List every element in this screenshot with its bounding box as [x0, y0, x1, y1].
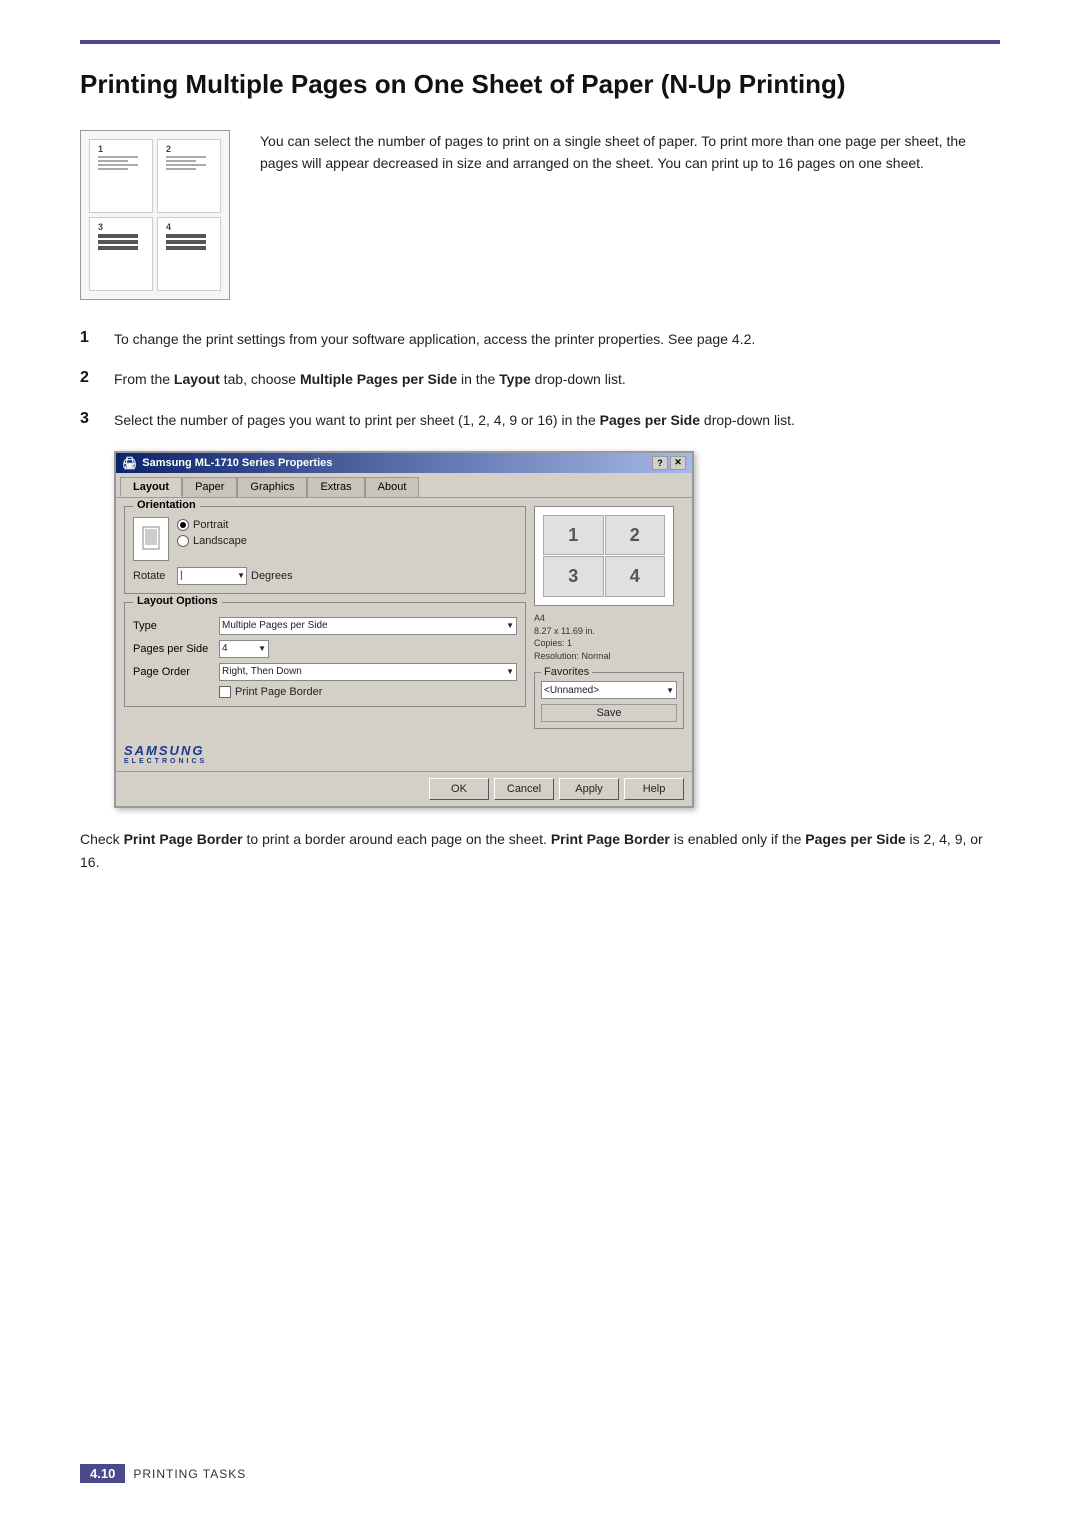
- landscape-radio-row[interactable]: Landscape: [177, 535, 247, 547]
- orientation-group: Orientation: [124, 506, 526, 594]
- step-1-text: To change the print settings from your s…: [114, 328, 755, 350]
- preview-cell-4: 4: [605, 556, 666, 597]
- type-select-arrow-icon: ▼: [506, 621, 514, 630]
- step-3-number: 3: [80, 410, 100, 428]
- landscape-label: Landscape: [193, 535, 247, 547]
- help-title-button[interactable]: ?: [652, 456, 668, 470]
- save-button[interactable]: Save: [541, 704, 677, 722]
- pages-per-side-label: Pages per Side: [133, 643, 213, 655]
- dialog-container: 🖨 Samsung ML-1710 Series Properties ? ✕ …: [114, 451, 1000, 808]
- pages-per-side-row: Pages per Side 4 ▼: [133, 640, 517, 658]
- portrait-icon: [133, 517, 169, 561]
- footer-bar: 4.10 Printing Tasks: [80, 1464, 246, 1483]
- preview-box: 1 2 3 4: [534, 506, 674, 606]
- page-number: 4.10: [80, 1464, 125, 1483]
- page-order-arrow-icon: ▼: [506, 667, 514, 676]
- dialog-body: Orientation: [116, 497, 692, 737]
- preview-cell-3: 3: [543, 556, 604, 597]
- layout-options-group: Layout Options Type Multiple Pages per S…: [124, 602, 526, 707]
- close-title-button[interactable]: ✕: [670, 456, 686, 470]
- step-1: 1 To change the print settings from your…: [80, 328, 1000, 350]
- top-border: [80, 40, 1000, 44]
- favorites-group: Favorites <Unnamed> ▼ Save: [534, 672, 684, 729]
- type-value: Multiple Pages per Side: [222, 620, 328, 631]
- samsung-name: SAMSUNG: [124, 743, 684, 758]
- orientation-section: Portrait Landscape Rotate: [133, 517, 517, 585]
- landscape-radio[interactable]: [177, 535, 189, 547]
- preview-cell-2: 2: [605, 515, 666, 556]
- page-order-select[interactable]: Right, Then Down ▼: [219, 663, 517, 681]
- dialog-left-panel: Orientation: [124, 506, 526, 729]
- type-row: Type Multiple Pages per Side ▼: [133, 617, 517, 635]
- orientation-row: Portrait Landscape: [133, 517, 517, 561]
- tab-graphics[interactable]: Graphics: [237, 477, 307, 497]
- pages-per-side-select[interactable]: 4 ▼: [219, 640, 269, 658]
- bottom-text: Check Print Page Border to print a borde…: [80, 828, 1000, 873]
- tab-about[interactable]: About: [365, 477, 420, 497]
- step-2: 2 From the Layout tab, choose Multiple P…: [80, 368, 1000, 390]
- portrait-radio-row[interactable]: Portrait: [177, 519, 247, 531]
- printer-icon: 🖨: [122, 456, 137, 470]
- orientation-legend: Orientation: [133, 499, 200, 511]
- dialog-right-panel: 1 2 3 4 A4 8.27 x 11.69 in. Copies: 1 Re…: [534, 506, 684, 729]
- step-2-text: From the Layout tab, choose Multiple Pag…: [114, 368, 626, 390]
- steps-section: 1 To change the print settings from your…: [80, 328, 1000, 431]
- rotate-label: Rotate: [133, 570, 173, 582]
- rotate-arrow-icon: ▼: [237, 571, 245, 580]
- footer-text: Printing Tasks: [133, 1467, 246, 1481]
- rotate-row: Rotate | ▼ Degrees: [133, 567, 517, 585]
- resolution-info: Resolution: Normal: [534, 650, 684, 663]
- favorites-select[interactable]: <Unnamed> ▼: [541, 681, 677, 699]
- favorites-value: <Unnamed>: [544, 685, 599, 696]
- pages-per-side-value: 4: [222, 643, 228, 654]
- type-select[interactable]: Multiple Pages per Side ▼: [219, 617, 517, 635]
- dialog-window: 🖨 Samsung ML-1710 Series Properties ? ✕ …: [114, 451, 694, 808]
- print-page-border-label: Print Page Border: [235, 686, 322, 698]
- page-title: Printing Multiple Pages on One Sheet of …: [80, 68, 1000, 102]
- step-3-text: Select the number of pages you want to p…: [114, 409, 795, 431]
- samsung-sub: ELECTRONICS: [124, 758, 684, 765]
- apply-button[interactable]: Apply: [559, 778, 619, 800]
- step-3: 3 Select the number of pages you want to…: [80, 409, 1000, 431]
- radio-options: Portrait Landscape: [177, 519, 247, 547]
- pages-per-side-arrow-icon: ▼: [258, 644, 266, 653]
- preview-info: A4 8.27 x 11.69 in. Copies: 1 Resolution…: [534, 612, 684, 662]
- portrait-label: Portrait: [193, 519, 228, 531]
- page-order-label: Page Order: [133, 666, 213, 678]
- intro-section: 1 2 3: [80, 130, 1000, 300]
- dialog-tabs: Layout Paper Graphics Extras About: [116, 473, 692, 497]
- rotate-select[interactable]: | ▼: [177, 567, 247, 585]
- page-order-value: Right, Then Down: [222, 666, 302, 677]
- layout-options-legend: Layout Options: [133, 595, 222, 607]
- intro-text: You can select the number of pages to pr…: [260, 130, 1000, 175]
- help-button[interactable]: Help: [624, 778, 684, 800]
- tab-layout[interactable]: Layout: [120, 477, 182, 497]
- dialog-footer: OK Cancel Apply Help: [116, 771, 692, 806]
- step-1-number: 1: [80, 329, 100, 347]
- page-thumbnail: 1 2 3: [80, 130, 230, 300]
- dialog-title: Samsung ML-1710 Series Properties: [142, 457, 332, 469]
- tab-paper[interactable]: Paper: [182, 477, 237, 497]
- favorites-arrow-icon: ▼: [666, 686, 674, 695]
- page-order-row: Page Order Right, Then Down ▼: [133, 663, 517, 681]
- copies-info: Copies: 1: [534, 637, 684, 650]
- titlebar-left: 🖨 Samsung ML-1710 Series Properties: [122, 456, 332, 470]
- paper-dimensions: 8.27 x 11.69 in.: [534, 625, 684, 638]
- portrait-radio[interactable]: [177, 519, 189, 531]
- titlebar-buttons: ? ✕: [652, 456, 686, 470]
- cancel-button[interactable]: Cancel: [494, 778, 554, 800]
- favorites-legend: Favorites: [541, 666, 592, 678]
- degrees-label: Degrees: [251, 570, 293, 582]
- samsung-logo: SAMSUNG ELECTRONICS: [116, 737, 692, 771]
- preview-cell-1: 1: [543, 515, 604, 556]
- dialog-titlebar: 🖨 Samsung ML-1710 Series Properties ? ✕: [116, 453, 692, 473]
- print-page-border-row[interactable]: Print Page Border: [219, 686, 517, 698]
- ok-button[interactable]: OK: [429, 778, 489, 800]
- type-label: Type: [133, 620, 213, 632]
- print-page-border-checkbox[interactable]: [219, 686, 231, 698]
- tab-extras[interactable]: Extras: [307, 477, 364, 497]
- paper-size: A4: [534, 612, 684, 625]
- step-2-number: 2: [80, 369, 100, 387]
- rotate-value: |: [180, 570, 183, 581]
